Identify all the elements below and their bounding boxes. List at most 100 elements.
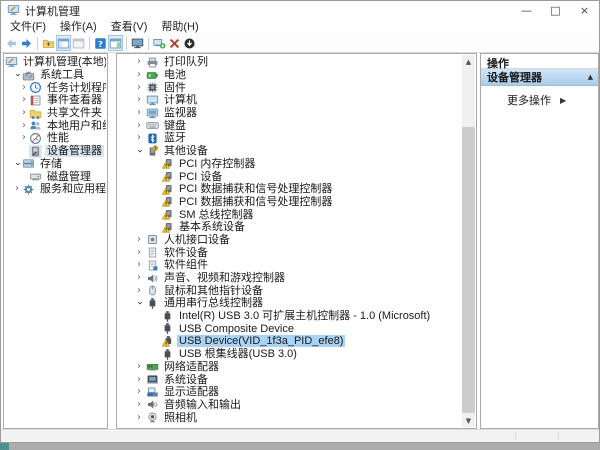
minimize-button[interactable]: — [512, 1, 541, 20]
sidebar-item-local-users-and-groups[interactable]: ›本地用户和组 [5, 119, 106, 132]
expander-icon[interactable]: › [132, 248, 146, 258]
expander-icon[interactable]: › [132, 286, 146, 296]
show-action-pane-button[interactable] [108, 35, 123, 51]
item-label: PCI 数据捕获和信号处理控制器 [177, 183, 334, 195]
uninstall-device-button[interactable] [167, 35, 182, 51]
sidebar-item-task-scheduler[interactable]: ›任务计划程序 [5, 81, 106, 94]
tb-actionpane-icon [109, 37, 122, 50]
expander-icon[interactable]: › [132, 400, 146, 410]
device-tree-item-software-components[interactable]: ›软件组件 [118, 259, 462, 272]
disable-device-button[interactable] [182, 35, 197, 51]
sidebar-item-services-and-applications[interactable]: ›服务和应用程序 [5, 183, 106, 196]
show-console-tree-button[interactable] [56, 35, 71, 51]
device-tree-item-cameras[interactable]: ›照相机 [118, 411, 462, 424]
expander-icon[interactable]: › [19, 108, 29, 118]
device-tree-item-human-interface-devices[interactable]: ›人机接口设备 [118, 234, 462, 247]
expander-icon[interactable]: › [12, 159, 22, 169]
sidebar-item-disk-management[interactable]: 磁盘管理 [5, 170, 106, 183]
device-tree-item-pci-data-signal-controller-1[interactable]: PCI 数据捕获和信号处理控制器 [118, 183, 462, 196]
menu-file[interactable]: 文件(F) [3, 20, 53, 34]
expander-icon[interactable]: › [19, 133, 29, 143]
expander-icon[interactable]: › [19, 95, 29, 105]
device-tree-item-computer[interactable]: ›计算机 [118, 94, 462, 107]
more-actions-item[interactable]: 更多操作 ▶ [481, 92, 598, 108]
expander-icon[interactable]: › [134, 144, 144, 158]
collapse-section-icon[interactable]: ▲ [588, 73, 593, 81]
expander-icon[interactable]: › [132, 95, 146, 105]
vertical-scrollbar[interactable]: ▲ ▼ [462, 55, 475, 427]
device-tree-item-base-system-device[interactable]: 基本系统设备 [118, 221, 462, 234]
device-tree-item-usb-composite-device[interactable]: USB Composite Device [118, 322, 462, 335]
up-level-button[interactable] [41, 35, 56, 51]
device-tree-item-audio-inputs-and-outputs[interactable]: ›音频输入和输出 [118, 399, 462, 412]
expander-icon[interactable]: › [132, 133, 146, 143]
device-manager-icon [29, 145, 42, 158]
device-tree-item-bluetooth[interactable]: ›蓝牙 [118, 132, 462, 145]
properties-button[interactable] [130, 35, 145, 51]
device-tree-item-firmware[interactable]: ›固件 [118, 81, 462, 94]
device-tree-item-print-queues[interactable]: ›打印队列 [118, 56, 462, 69]
sidebar-item-computer-management-local[interactable]: 计算机管理(本地) [5, 56, 106, 69]
device-tree-item-other-devices[interactable]: ›其他设备 [118, 145, 462, 158]
sidebar-item-event-viewer[interactable]: ›事件查看器 [5, 94, 106, 107]
expander-icon[interactable]: › [132, 387, 146, 397]
expander-icon[interactable]: › [132, 375, 146, 385]
sidebar-item-system-tools[interactable]: ›系统工具 [5, 69, 106, 82]
usb-warning-icon [161, 335, 174, 348]
item-label: 网络适配器 [162, 361, 221, 373]
expander-icon[interactable]: › [132, 83, 146, 93]
expander-icon[interactable]: › [132, 57, 146, 67]
expander-icon[interactable]: › [132, 108, 146, 118]
device-tree-item-batteries[interactable]: ›电池 [118, 69, 462, 82]
expander-icon[interactable]: › [132, 362, 146, 372]
expander-icon[interactable]: › [132, 121, 146, 131]
device-tree-item-pci-data-signal-controller-2[interactable]: PCI 数据捕获和信号处理控制器 [118, 196, 462, 209]
expander-icon[interactable]: › [132, 70, 146, 80]
menu-view[interactable]: 查看(V) [104, 20, 155, 34]
expander-icon[interactable]: › [19, 121, 29, 131]
device-tree-item-software-devices[interactable]: ›软件设备 [118, 246, 462, 259]
scrollbar-up-icon[interactable]: ▲ [462, 55, 475, 68]
expander-icon[interactable]: › [12, 184, 22, 194]
item-label: PCI 数据捕获和信号处理控制器 [177, 196, 334, 208]
device-tree-item-mice-and-pointing-devices[interactable]: ›鼠标和其他指针设备 [118, 284, 462, 297]
menu-action[interactable]: 操作(A) [53, 20, 104, 34]
device-tree-item-keyboards[interactable]: ›键盘 [118, 119, 462, 132]
scrollbar-thumb[interactable] [462, 127, 475, 413]
menu-help[interactable]: 帮助(H) [154, 20, 205, 34]
device-tree-item-display-adapters[interactable]: ›显示适配器 [118, 386, 462, 399]
expander-icon[interactable]: › [132, 273, 146, 283]
actions-section-device-manager[interactable]: 设备管理器 ▲ [481, 69, 598, 86]
device-tree-item-usb-root-hub[interactable]: USB 根集线器(USB 3.0) [118, 348, 462, 361]
sidebar-item-storage[interactable]: ›存储 [5, 158, 106, 171]
forward-button[interactable] [19, 35, 34, 51]
device-tree-item-system-devices[interactable]: ›系统设备 [118, 373, 462, 386]
device-tree-item-usb-device-vid-1f3a-pid-efe8[interactable]: USB Device(VID_1f3a_PID_efe8) [118, 335, 462, 348]
export-list-button[interactable] [71, 35, 86, 51]
back-button[interactable] [4, 35, 19, 51]
expander-icon[interactable]: › [12, 70, 22, 80]
device-tree-item-sm-bus-controller[interactable]: SM 总线控制器 [118, 208, 462, 221]
sidebar-item-performance[interactable]: ›性能 [5, 132, 106, 145]
help-button[interactable] [93, 35, 108, 51]
sidebar-item-device-manager[interactable]: 设备管理器 [5, 145, 106, 158]
system-tools-icon [22, 69, 35, 82]
device-tree-item-usb-controllers[interactable]: ›通用串行总线控制器 [118, 297, 462, 310]
expander-icon[interactable]: › [132, 235, 146, 245]
device-tree-item-monitors[interactable]: ›监视器 [118, 107, 462, 120]
device-tree-item-intel-usb3-host-controller[interactable]: Intel(R) USB 3.0 可扩展主机控制器 - 1.0 (Microso… [118, 310, 462, 323]
scan-hardware-changes-button[interactable] [152, 35, 167, 51]
expander-icon[interactable]: › [19, 83, 29, 93]
expander-icon[interactable]: › [134, 296, 144, 310]
scrollbar-down-icon[interactable]: ▼ [462, 414, 475, 427]
device-tree-item-sound-video-game-controllers[interactable]: ›声音、视频和游戏控制器 [118, 272, 462, 285]
maximize-button[interactable]: □ [541, 1, 570, 20]
sidebar-item-shared-folders[interactable]: › 共享文件夹 [5, 107, 106, 120]
device-tree-item-pci-memory-controller[interactable]: PCI 内存控制器 [118, 158, 462, 171]
device-tree-item-pci-device[interactable]: PCI 设备 [118, 170, 462, 183]
item-label: 共享文件夹 [45, 107, 104, 119]
expander-icon[interactable]: › [132, 260, 146, 270]
close-button[interactable]: × [570, 1, 599, 20]
expander-icon[interactable]: › [132, 413, 146, 423]
device-tree-item-network-adapters[interactable]: › 网络适配器 [118, 361, 462, 374]
